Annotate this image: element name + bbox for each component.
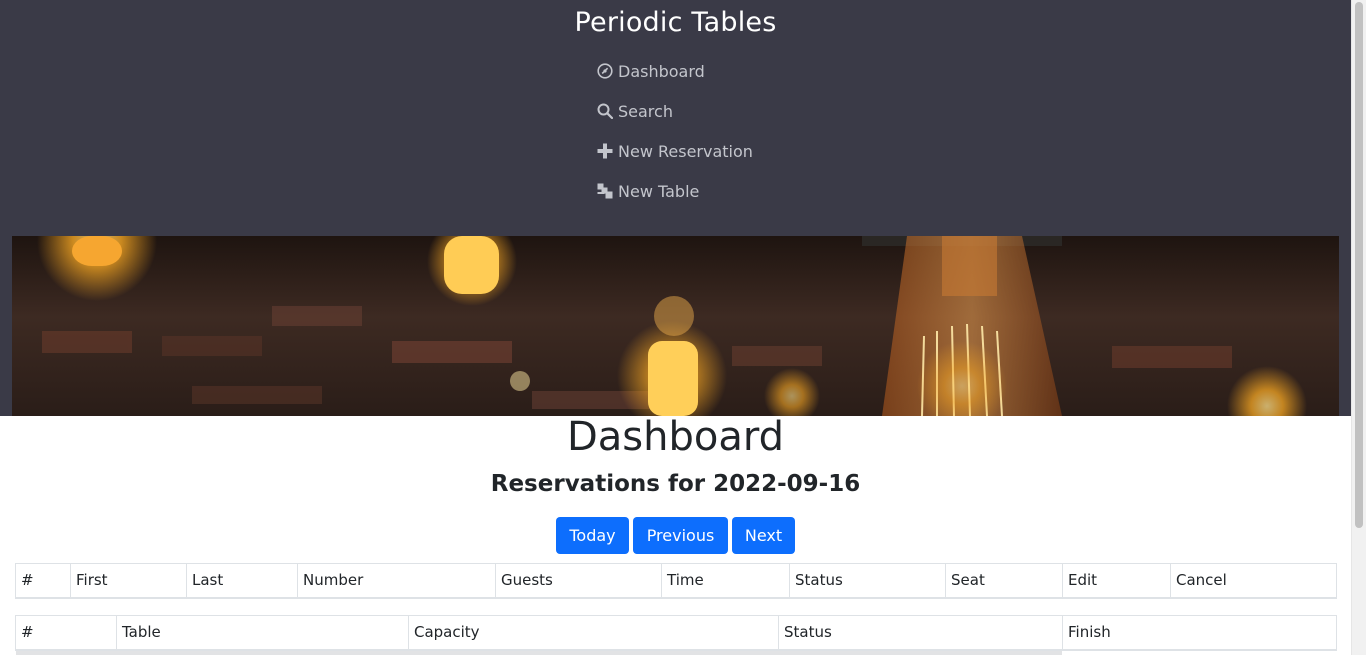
table-row [16,651,1062,655]
reservations-header-row: # First Last Number Guests Time Status S… [15,563,1337,599]
banner-side-right [1339,236,1351,416]
app-title[interactable]: Periodic Tables [0,7,1351,38]
today-button[interactable]: Today [556,517,629,554]
column-header: Table [116,615,409,651]
tables-table: # Table Capacity Status Finish [15,615,1337,651]
nav-label-new-reservation: New Reservation [618,141,753,161]
column-header: Seat [945,563,1063,599]
column-header: Finish [1062,615,1337,651]
nav-item-search[interactable]: Search [597,100,673,122]
column-header: Status [778,615,1063,651]
hero-banner-image [12,236,1339,416]
nav-item-dashboard[interactable]: Dashboard [597,60,705,82]
previous-button[interactable]: Previous [633,517,728,554]
column-header: Number [297,563,496,599]
column-header: Edit [1062,563,1171,599]
column-header: Status [789,563,946,599]
nav-item-new-table[interactable]: New Table [597,180,699,202]
column-header: Last [186,563,298,599]
next-button[interactable]: Next [732,517,795,554]
tables-header-row: # Table Capacity Status Finish [15,615,1337,651]
reservations-table: # First Last Number Guests Time Status S… [15,563,1337,599]
reservations-date-heading: Reservations for 2022-09-16 [490,471,861,497]
dashboard-icon [597,63,613,79]
nav-item-new-reservation[interactable]: New Reservation [597,140,753,162]
page-scrollbar[interactable] [1351,0,1366,655]
nav-label-new-table: New Table [618,181,700,201]
nav-label-search: Search [618,101,673,121]
page-title: Dashboard [566,414,784,460]
column-header: First [70,563,187,599]
column-header: Cancel [1170,563,1337,599]
column-header: Capacity [408,615,779,651]
column-header: Time [661,563,790,599]
plus-icon [597,143,613,159]
nav-label-dashboard: Dashboard [618,61,705,81]
column-header: # [15,563,71,599]
search-icon [597,103,613,119]
column-header: # [15,615,117,651]
top-navbar: Periodic Tables Dashboard Search New Res… [0,0,1351,236]
column-header: Guests [495,563,662,599]
new-table-icon [597,183,613,199]
banner-side-left [0,236,12,416]
scrollbar-thumb[interactable] [1355,2,1363,528]
